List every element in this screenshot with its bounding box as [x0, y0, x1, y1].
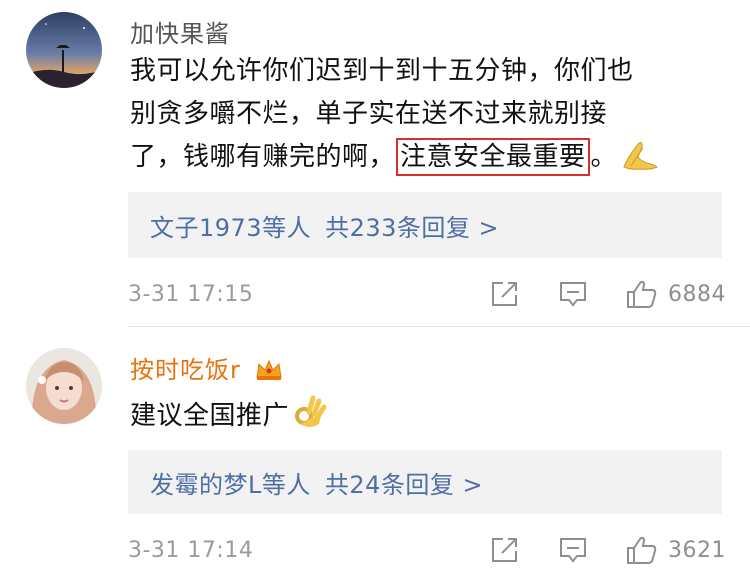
comment-line: 我可以允许你们迟到十到十五分钟，你们也 — [130, 56, 634, 86]
trailing-punct: 。 — [590, 142, 618, 172]
comment-button[interactable] — [558, 536, 588, 564]
share-icon — [492, 538, 517, 562]
crown-badge-icon[interactable] — [254, 357, 284, 387]
comment-text: 我可以允许你们迟到十到十五分钟，你们也 别贪多嚼不烂，单子实在送不过来就别接 了… — [130, 50, 659, 185]
comment-line-text: 建议全国推广 — [130, 401, 290, 431]
comment-text: 建议全国推广 — [130, 394, 327, 444]
replies-summary[interactable]: 发霉的梦L等人 共24条回复 > — [128, 450, 722, 514]
like-button[interactable]: 6884 — [626, 279, 726, 309]
comment-line: 别贪多嚼不烂，单子实在送不过来就别接 — [130, 99, 608, 129]
ok-hand-emoji — [293, 394, 327, 444]
timestamp: 3-31 17:14 — [128, 537, 254, 563]
avatar[interactable] — [26, 12, 102, 88]
comment-icon — [560, 282, 586, 307]
share-icon — [492, 282, 517, 306]
like-count: 6884 — [668, 281, 726, 307]
comment-meta: 3-31 17:14 3621 — [128, 530, 726, 570]
like-count: 3621 — [668, 537, 726, 563]
reply-total[interactable]: 共233条回复 > — [325, 208, 499, 243]
comment-line: 了，钱哪有赚完的啊， 注意安全最重要。 — [130, 136, 659, 185]
comment-meta: 3-31 17:15 6884 — [128, 274, 726, 314]
comment-icon — [560, 538, 586, 563]
comment-line-text: 了，钱哪有赚完的啊， — [130, 142, 396, 172]
comment-button[interactable] — [558, 280, 588, 308]
avatar[interactable] — [26, 348, 102, 424]
reply-users[interactable]: 发霉的梦L等人 — [150, 465, 311, 500]
share-button[interactable] — [490, 536, 520, 564]
username[interactable]: 按时吃饭r — [130, 350, 284, 387]
comment-actions: 6884 — [452, 279, 726, 309]
reply-total[interactable]: 共24条回复 > — [325, 465, 483, 500]
comment-line: 建议全国推广 — [130, 394, 327, 444]
timestamp: 3-31 17:15 — [128, 281, 254, 307]
comment-divider — [128, 326, 750, 327]
reply-users[interactable]: 文子1973等人 — [150, 208, 311, 243]
highlighted-text: 注意安全最重要 — [396, 138, 590, 176]
replies-summary[interactable]: 文子1973等人 共233条回复 > — [128, 192, 722, 258]
thumbs-up-icon — [627, 280, 657, 308]
share-button[interactable] — [490, 280, 520, 308]
folded-hands-emoji — [621, 139, 659, 185]
username-text[interactable]: 按时吃饭r — [130, 356, 241, 384]
username[interactable]: 加快果酱 — [130, 14, 230, 49]
